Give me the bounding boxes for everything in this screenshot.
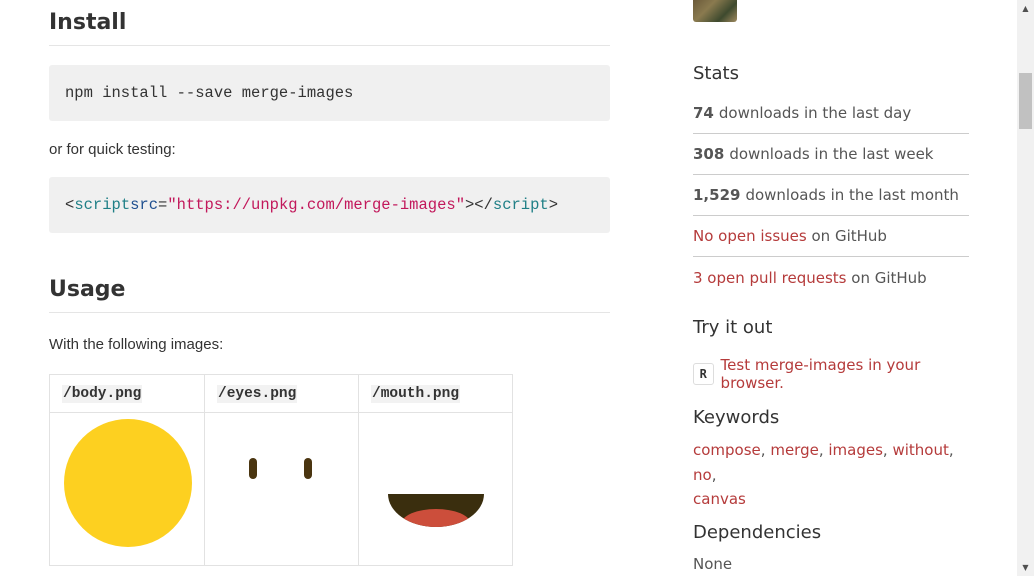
script-src-value: "https://unpkg.com/merge-images" xyxy=(167,196,465,214)
stat-label: downloads in the last month xyxy=(745,186,959,204)
mouth-png-cell xyxy=(358,412,513,566)
keyword-link[interactable]: merge xyxy=(770,441,819,459)
stat-label: downloads in the last day xyxy=(718,104,912,122)
eyes-png-cell xyxy=(204,412,359,566)
scroll-up-arrow-icon[interactable]: ▲ xyxy=(1017,0,1034,17)
stats-heading: Stats xyxy=(693,63,739,84)
open-issues-suffix: on GitHub xyxy=(811,227,887,245)
eyes-image xyxy=(249,458,312,479)
pull-requests-row: 3 open pull requests on GitHub xyxy=(693,257,969,298)
scroll-down-arrow-icon[interactable]: ▼ xyxy=(1017,559,1034,576)
right-eye-shape xyxy=(304,458,312,479)
stat-label: downloads in the last week xyxy=(729,145,934,163)
images-table-preview-row xyxy=(49,412,513,566)
open-issues-link[interactable]: No open issues xyxy=(693,227,807,245)
script-end-tag: script xyxy=(492,196,549,214)
tongue-shape xyxy=(402,509,470,527)
script-src-attr: src xyxy=(130,196,159,214)
keyword-link[interactable]: canvas xyxy=(693,490,746,508)
usage-intro-text: With the following images: xyxy=(49,336,224,353)
body-image xyxy=(64,419,192,547)
keywords-list: compose, merge, images, without, no, canv… xyxy=(693,441,954,508)
open-issues-row: No open issues on GitHub xyxy=(693,216,969,257)
script-tag-open-bracket: < xyxy=(65,196,75,214)
runkit-icon: R xyxy=(693,363,714,385)
script-equals: = xyxy=(158,196,168,214)
yellow-face-circle xyxy=(64,419,192,547)
body-png-cell xyxy=(49,412,205,566)
try-it-out-heading: Try it out xyxy=(693,317,773,338)
script-end-bracket: > xyxy=(548,196,559,214)
eyes-png-filename: /eyes.png xyxy=(217,384,298,403)
stat-downloads-month: 1,529 downloads in the last month xyxy=(693,175,969,216)
eyes-png-header: /eyes.png xyxy=(204,374,359,413)
pull-requests-link[interactable]: 3 open pull requests xyxy=(693,269,846,287)
body-png-filename: /body.png xyxy=(62,384,143,403)
mouth-image xyxy=(388,494,484,527)
install-heading: Install xyxy=(49,10,610,46)
script-tag-name: script xyxy=(74,196,131,214)
left-eye-shape xyxy=(249,458,257,479)
stat-downloads-week: 308 downloads in the last week xyxy=(693,134,969,175)
scrollbar-thumb[interactable] xyxy=(1019,73,1032,129)
quick-testing-text: or for quick testing: xyxy=(49,141,176,158)
maintainer-avatar[interactable] xyxy=(693,0,737,22)
mouth-png-filename: /mouth.png xyxy=(371,384,461,403)
script-close: ></ xyxy=(465,196,493,214)
keyword-link[interactable]: no xyxy=(693,466,712,484)
images-table-header-row: /body.png /eyes.png /mouth.png xyxy=(49,374,513,413)
keyword-link[interactable]: images xyxy=(828,441,883,459)
stat-count: 1,529 xyxy=(693,186,741,204)
dependencies-value: None xyxy=(693,555,733,573)
npm-install-command: npm install --save merge-images xyxy=(65,84,354,102)
keywords-heading: Keywords xyxy=(693,407,780,428)
mouth-png-header: /mouth.png xyxy=(358,374,513,413)
keyword-link[interactable]: compose xyxy=(693,441,761,459)
stat-downloads-day: 74 downloads in the last day xyxy=(693,93,969,134)
dependencies-heading: Dependencies xyxy=(693,522,822,543)
body-png-header: /body.png xyxy=(49,374,205,413)
usage-heading: Usage xyxy=(49,277,610,313)
images-table: /body.png /eyes.png /mouth.png xyxy=(49,374,513,566)
script-tag-code-block: < script src = "https://unpkg.com/merge-ima… xyxy=(49,177,610,233)
npm-install-code-block: npm install --save merge-images xyxy=(49,65,610,121)
pull-requests-suffix: on GitHub xyxy=(851,268,927,287)
stat-count: 74 xyxy=(693,104,714,122)
test-in-browser-link[interactable]: Test merge-images in your browser. xyxy=(721,356,969,392)
stat-count: 308 xyxy=(693,145,725,163)
keyword-link[interactable]: without xyxy=(892,441,948,459)
runkit-row: R Test merge-images in your browser. xyxy=(693,356,969,392)
